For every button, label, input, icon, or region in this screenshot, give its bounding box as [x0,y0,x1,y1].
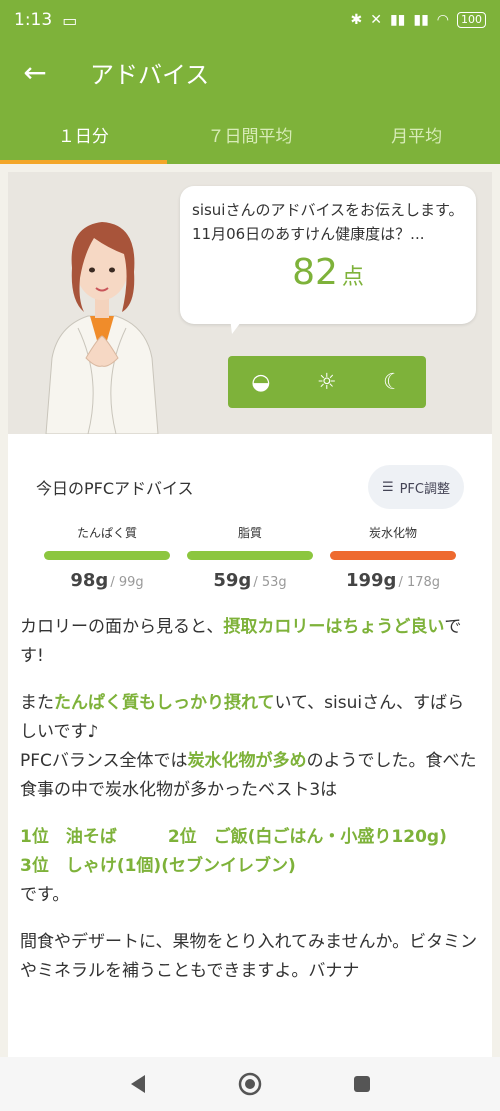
status-time: 1:13 [14,10,53,30]
pfc-carbs-label: 炭水化物 [368,526,417,540]
advice-paragraph-pfc: またたんぱく質もしっかり摂れていて、sisuiさん、すばらしいです♪ PFCバラン… [20,689,480,805]
square-recents-icon [354,1076,370,1092]
pfc-fat-label: 脂質 [237,526,262,540]
sunrise-icon[interactable]: ◒ [251,370,270,395]
back-arrow-icon[interactable]: ← [0,56,70,89]
nav-recents-button[interactable] [306,1075,418,1093]
advice-bubble: sisuiさんのアドバイスをお伝えします。11月06日のあすけん健康度は？...… [180,186,476,324]
advice-text: カロリーの面から見ると、 [20,617,224,637]
advice-highlight: たんぱく質もしっかり摂れて [54,693,275,713]
pfc-carbs-bar [330,551,456,560]
pfc-protein-target: / 99g [110,575,144,590]
wifi-icon: ◠ [436,12,449,28]
health-score: 82 点 [192,252,464,293]
pfc-fat-target: / 53g [253,575,287,590]
advice-paragraph-fruit: 間食やデザートに、果物をとり入れてみませんか。ビタミンやミネラルを補うこともでき… [20,932,478,981]
pfc-fat-value: 59g [213,570,252,591]
mute-icon: ✕ [370,12,382,28]
triangle-back-icon [131,1075,145,1093]
pfc-fat-bar [187,551,313,560]
period-tabs: １日分 ７日間平均 月平均 [0,104,500,164]
advice-intro-text: sisuiさんのアドバイスをお伝えします。11月06日のあすけん健康度は？... [192,201,464,243]
advice-paragraph-ranking: 1位 油そば 2位 ご飯(白ごはん・小盛り120g) 3位 しゃけ(1個)(セブ… [20,823,492,910]
bluetooth-icon: ✱ [350,12,363,28]
pfc-title: 今日のPFCアドバイス [36,479,194,498]
pfc-adjust-label: PFC調整 [399,481,450,497]
tab-daily[interactable]: １日分 [0,104,167,164]
moon-icon[interactable]: ☾ [383,370,403,395]
advisor-panel: sisuiさんのアドバイスをお伝えします。11月06日のあすけん健康度は？...… [8,172,492,434]
nav-back-button[interactable] [82,1074,194,1094]
pfc-protein: たんぱく質 98g/ 99g [44,524,170,591]
tab-monthly-average[interactable]: 月平均 [333,104,500,164]
pfc-adjust-button[interactable]: ☰ PFC調整 [367,465,464,509]
health-score-unit: 点 [341,265,364,290]
cast-icon: ▭ [62,10,78,30]
advice-text: また [20,693,54,713]
advice-text: PFCバランス全体では [20,751,188,771]
meal-time-switch: ◒ ☼ ☾ [228,356,426,408]
app-bar: ← アドバイス [0,40,500,104]
signal-icon-2: ▮▮ [413,12,429,28]
signal-icon: ▮▮ [389,12,406,28]
bubble-tail [230,318,244,334]
health-score-value: 82 [292,252,338,293]
sliders-icon: ☰ [381,479,394,495]
pfc-fat: 脂質 59g/ 53g [187,524,313,591]
advice-body: カロリーの面から見ると、摂取カロリーはちょうど良いです! またたんぱく質もしっか… [8,591,492,986]
nav-home-button[interactable] [194,1071,306,1097]
tab-weekly-average[interactable]: ７日間平均 [167,104,334,164]
circle-home-icon [238,1072,262,1096]
pfc-protein-value: 98g [70,570,109,591]
status-bar: 1:13 ▭ ✱ ✕ ▮▮ ▮▮ ◠ 100 [0,0,500,40]
sun-icon[interactable]: ☼ [317,370,337,395]
advice-paragraph-calorie: カロリーの面から見ると、摂取カロリーはちょうど良いです! [20,613,480,671]
pfc-carbs: 炭水化物 199g/ 178g [330,524,456,591]
pfc-protein-bar [44,551,170,560]
carb-ranking: 1位 油そば 2位 ご飯(白ごはん・小盛り120g) 3位 しゃけ(1個)(セブ… [20,827,492,876]
advice-highlight: 炭水化物が多め [187,751,307,771]
page-title: アドバイス [90,60,210,89]
pfc-carbs-target: / 178g [398,575,441,590]
pfc-protein-label: たんぱく質 [76,526,137,540]
advice-card: sisuiさんのアドバイスをお伝えします。11月06日のあすけん健康度は？...… [8,172,492,1057]
pfc-header: 今日のPFCアドバイス ☰ PFC調整 [8,434,492,510]
advice-text: です。 [20,885,70,905]
advice-highlight: 摂取カロリーはちょうど良い [223,617,445,637]
pfc-summary: たんぱく質 98g/ 99g 脂質 59g/ 53g 炭水化物 199g/ 17… [8,510,492,591]
system-nav-bar [0,1057,500,1111]
pfc-carbs-value: 199g [345,570,397,591]
battery-icon: 100 [457,12,486,28]
advisor-avatar [45,222,159,434]
